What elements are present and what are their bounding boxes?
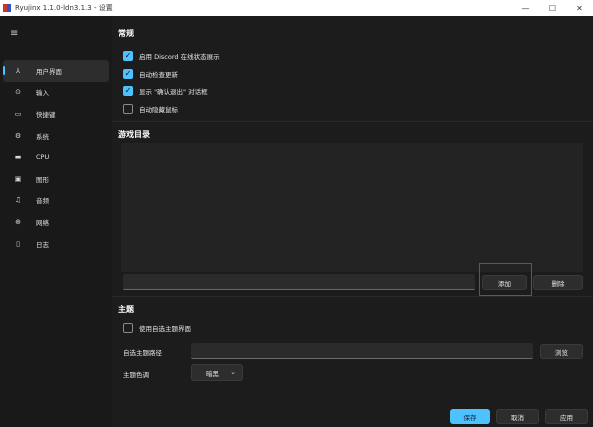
highlight-annotation-box xyxy=(479,263,532,296)
image-icon: ▣ xyxy=(14,174,22,183)
sidebar-item-label: 系统 xyxy=(36,132,49,141)
sidebar-item-audio[interactable]: ♫ 音频 xyxy=(3,190,109,212)
cancel-button[interactable]: 取消 xyxy=(496,409,539,424)
checkbox-unchecked-icon[interactable] xyxy=(123,322,133,333)
option-label: 使用自选主题界面 xyxy=(139,324,191,333)
sidebar-item-label: 音频 xyxy=(36,197,49,206)
close-button[interactable]: ✕ xyxy=(566,0,593,16)
minimize-button[interactable]: — xyxy=(512,0,539,16)
game-dirs-section-title: 游戏目录 xyxy=(118,130,150,139)
sidebar-item-label: 输入 xyxy=(36,89,49,98)
sidebar-item-label: 图形 xyxy=(36,175,49,184)
sidebar-item-label: 快捷键 xyxy=(36,110,56,119)
section-divider xyxy=(112,296,593,297)
remove-directory-button[interactable]: 删除 xyxy=(533,275,583,290)
option-label: 自动检查更新 xyxy=(139,70,178,79)
theme-color-select[interactable]: 暗黑 ⌄ xyxy=(191,364,243,381)
sidebar: ≡ ⅄ 用户界面 ⊙ 输入 ▭ 快捷键 ⚙ 系统 ▬ CPU ▣ 图形 ♫ 音频 xyxy=(0,16,112,427)
sidebar-item-cpu[interactable]: ▬ CPU xyxy=(3,146,109,168)
music-icon: ♫ xyxy=(14,196,22,205)
check-updates-option[interactable]: ✓ 自动检查更新 xyxy=(123,68,178,79)
option-label: 显示 "确认退出" 对话框 xyxy=(139,87,208,96)
sidebar-item-hotkeys[interactable]: ▭ 快捷键 xyxy=(3,103,109,125)
sidebar-item-label: 网络 xyxy=(36,218,49,227)
game-directory-list[interactable] xyxy=(121,143,583,272)
apply-button[interactable]: 应用 xyxy=(545,409,588,424)
sidebar-item-input[interactable]: ⊙ 输入 xyxy=(3,82,109,104)
sidebar-item-network[interactable]: ⊕ 网络 xyxy=(3,211,109,233)
ui-icon: ⅄ xyxy=(15,66,21,75)
title-bar: Ryujinx 1.1.0-ldn3.1.3 - 设置 — ☐ ✕ xyxy=(0,0,593,16)
theme-color-label: 主题色调 xyxy=(123,371,149,379)
theme-section-title: 主题 xyxy=(118,305,134,314)
gamepad-icon: ⊙ xyxy=(15,88,21,97)
sidebar-item-label: CPU xyxy=(36,153,50,162)
settings-content: 常规 ✓ 启用 Discord 在线状态展示 ✓ 自动检查更新 ✓ 显示 "确认… xyxy=(112,16,593,406)
window-controls: — ☐ ✕ xyxy=(512,0,593,16)
sidebar-item-logs[interactable]: ▯ 日志 xyxy=(3,233,109,255)
sidebar-item-graphics[interactable]: ▣ 图形 xyxy=(3,168,109,190)
general-section-title: 常规 xyxy=(118,29,134,38)
chevron-down-icon: ⌄ xyxy=(230,368,236,376)
globe-icon: ⊕ xyxy=(15,217,21,226)
settings-nav: ⅄ 用户界面 ⊙ 输入 ▭ 快捷键 ⚙ 系统 ▬ CPU ▣ 图形 ♫ 音频 ⊕ xyxy=(3,60,109,254)
hide-cursor-option[interactable]: 自动隐藏鼠标 xyxy=(123,103,178,114)
sidebar-item-label: 日志 xyxy=(36,240,49,249)
sidebar-item-ui[interactable]: ⅄ 用户界面 xyxy=(3,60,109,82)
option-label: 启用 Discord 在线状态展示 xyxy=(139,52,220,61)
save-button[interactable]: 保存 xyxy=(450,409,490,424)
custom-theme-option[interactable]: 使用自选主题界面 xyxy=(123,322,191,333)
confirm-exit-option[interactable]: ✓ 显示 "确认退出" 对话框 xyxy=(123,85,208,96)
cpu-icon: ▬ xyxy=(14,153,22,162)
dialog-footer: 保存 取消 应用 xyxy=(112,406,593,427)
maximize-button[interactable]: ☐ xyxy=(539,0,566,16)
game-dir-path-input[interactable] xyxy=(123,274,475,290)
document-icon: ▯ xyxy=(16,239,20,248)
theme-color-value: 暗黑 xyxy=(206,369,219,378)
gear-icon: ⚙ xyxy=(14,131,22,140)
checkbox-unchecked-icon[interactable] xyxy=(123,103,133,114)
window-title: Ryujinx 1.1.0-ldn3.1.3 - 设置 xyxy=(15,4,113,12)
theme-path-input[interactable] xyxy=(191,343,533,359)
sidebar-item-system[interactable]: ⚙ 系统 xyxy=(3,125,109,147)
keyboard-icon: ▭ xyxy=(14,109,22,118)
checkbox-checked-icon[interactable]: ✓ xyxy=(123,50,133,61)
sidebar-item-label: 用户界面 xyxy=(36,67,62,76)
checkbox-checked-icon[interactable]: ✓ xyxy=(123,85,133,96)
discord-presence-option[interactable]: ✓ 启用 Discord 在线状态展示 xyxy=(123,50,220,61)
app-logo-icon xyxy=(3,4,11,12)
hamburger-menu-icon[interactable]: ≡ xyxy=(10,28,18,39)
checkbox-checked-icon[interactable]: ✓ xyxy=(123,68,133,79)
theme-path-label: 自选主题路径 xyxy=(123,349,162,357)
option-label: 自动隐藏鼠标 xyxy=(139,105,178,114)
browse-button[interactable]: 浏览 xyxy=(540,344,583,359)
section-divider xyxy=(112,121,593,122)
